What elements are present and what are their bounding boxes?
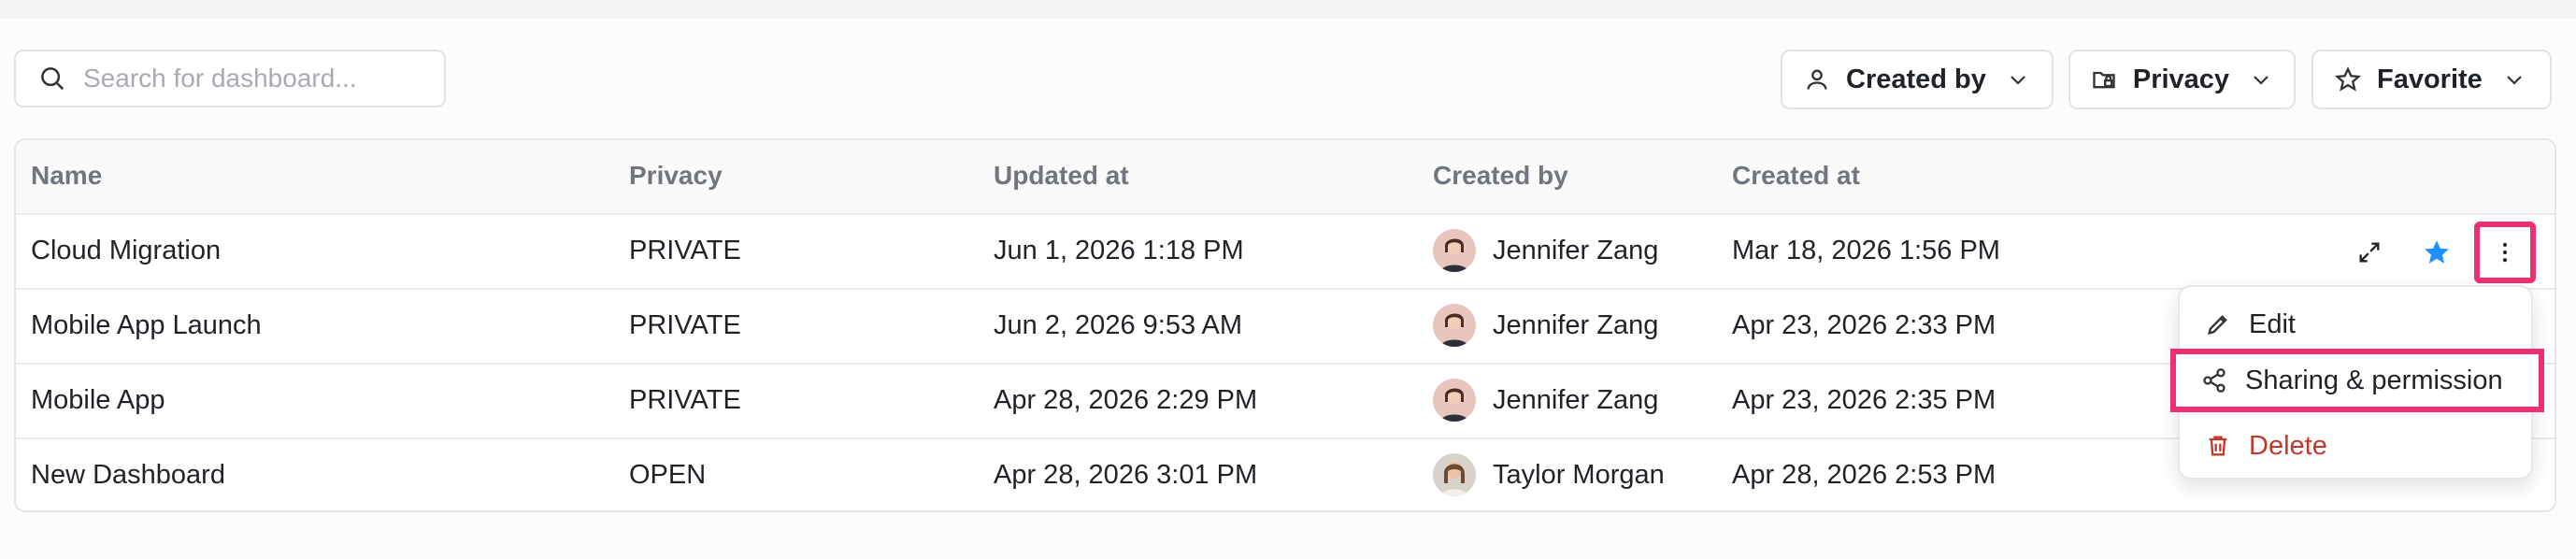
column-header-updated-at[interactable]: Updated at — [994, 161, 1129, 191]
chevron-down-icon — [2248, 66, 2273, 93]
avatar — [1433, 229, 1476, 272]
menu-item-edit[interactable]: Edit — [2180, 298, 2531, 351]
menu-item-label: Delete — [2249, 430, 2327, 461]
created-at-value: Apr 28, 2026 2:53 PM — [1732, 460, 1996, 490]
row-actions — [2343, 215, 2555, 290]
search-input[interactable] — [83, 64, 438, 93]
star-filled-icon[interactable] — [2411, 226, 2463, 279]
updated-at-value: Apr 28, 2026 2:29 PM — [994, 385, 1258, 415]
updated-at-value: Apr 28, 2026 3:01 PM — [994, 460, 1258, 490]
dashboard-name[interactable]: Mobile App — [31, 385, 165, 416]
privacy-value: PRIVATE — [629, 310, 741, 340]
table-row[interactable]: New Dashboard OPEN Apr 28, 2026 3:01 PM … — [16, 439, 2555, 510]
favorite-filter-button[interactable]: Favorite — [2311, 50, 2552, 109]
avatar — [1433, 379, 1476, 422]
table-row[interactable]: Cloud Migration PRIVATE Jun 1, 2026 1:18… — [16, 215, 2555, 290]
menu-item-label: Edit — [2249, 308, 2296, 339]
user-icon — [1803, 65, 1831, 93]
privacy-filter-button[interactable]: Privacy — [2068, 50, 2296, 109]
creator-name: Jennifer Zang — [1493, 385, 1659, 415]
column-header-created-at[interactable]: Created at — [1732, 161, 1860, 191]
star-outline-icon — [2334, 65, 2362, 93]
table-header: Name Privacy Updated at Created by Creat… — [16, 140, 2555, 215]
dashboards-table: Name Privacy Updated at Created by Creat… — [14, 138, 2556, 512]
menu-item-sharing-permission[interactable]: Sharing & permission — [2170, 349, 2544, 412]
chevron-down-icon — [2501, 66, 2527, 93]
created-at-value: Mar 18, 2026 1:56 PM — [1732, 236, 2000, 265]
privacy-value: OPEN — [629, 460, 707, 490]
dashboard-name[interactable]: New Dashboard — [31, 460, 225, 491]
updated-at-value: Jun 2, 2026 9:53 AM — [994, 310, 1243, 340]
row-context-menu: Edit Sharing & permission Delete — [2170, 285, 2544, 480]
folder-lock-icon — [2091, 65, 2118, 93]
privacy-value: PRIVATE — [629, 236, 741, 265]
chevron-down-icon — [2005, 66, 2031, 93]
share-icon — [2200, 366, 2228, 394]
column-header-created-by[interactable]: Created by — [1433, 161, 1568, 191]
top-strip — [0, 0, 2576, 19]
created-at-value: Apr 23, 2026 2:35 PM — [1732, 385, 1996, 415]
dashboard-name[interactable]: Mobile App Launch — [31, 310, 262, 341]
avatar — [1433, 453, 1476, 496]
more-vertical-icon[interactable] — [2474, 222, 2536, 283]
menu-item-delete[interactable]: Delete — [2180, 420, 2531, 472]
avatar — [1433, 304, 1476, 347]
column-header-name[interactable]: Name — [31, 161, 102, 191]
created-by-filter-button[interactable]: Created by — [1781, 50, 2054, 109]
column-header-privacy[interactable]: Privacy — [629, 161, 723, 191]
privacy-value: PRIVATE — [629, 385, 741, 415]
menu-item-label: Sharing & permission — [2245, 365, 2503, 395]
creator-name: Jennifer Zang — [1493, 236, 1659, 265]
updated-at-value: Jun 1, 2026 1:18 PM — [994, 236, 1244, 265]
search-icon — [36, 63, 68, 94]
trash-icon — [2204, 432, 2232, 460]
created-at-value: Apr 23, 2026 2:33 PM — [1732, 310, 1996, 340]
favorite-filter-label: Favorite — [2377, 64, 2483, 94]
expand-icon[interactable] — [2343, 226, 2396, 279]
search-box[interactable] — [14, 50, 446, 108]
created-by-filter-label: Created by — [1846, 64, 1986, 94]
creator-name: Taylor Morgan — [1493, 460, 1665, 490]
dashboard-name[interactable]: Cloud Migration — [31, 236, 221, 266]
privacy-filter-label: Privacy — [2132, 64, 2230, 94]
creator-name: Jennifer Zang — [1493, 310, 1659, 340]
pencil-icon — [2204, 310, 2232, 338]
